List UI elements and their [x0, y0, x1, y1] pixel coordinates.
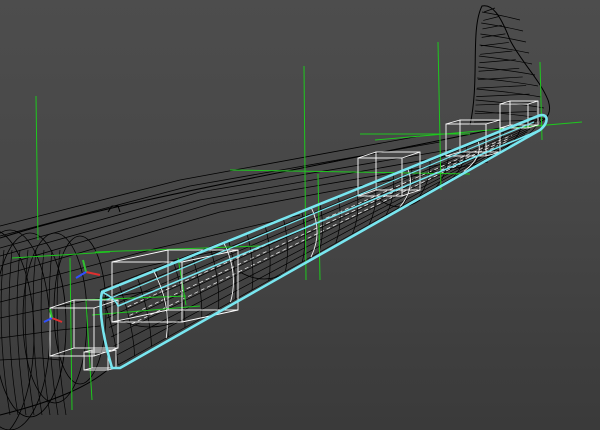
gizmo-axis-line [11, 251, 111, 259]
bounding-box-edge [357, 151, 377, 159]
selection-bounding-boxes [49, 100, 539, 371]
3d-viewport[interactable] [0, 0, 600, 430]
tail-fin-rib [481, 11, 521, 21]
bounding-box-edge [485, 119, 501, 125]
tail-fin-rib [480, 50, 513, 55]
fuselage-stringer [0, 135, 421, 227]
tail-fin-rib [476, 93, 530, 97]
bounding-box-edge [49, 347, 75, 357]
tail-fin-rib [483, 16, 499, 21]
viewport-scene[interactable] [0, 0, 600, 430]
bounding-box-edge [111, 249, 169, 263]
tail-fin-rib [476, 88, 542, 98]
gizmo-axis-line [94, 245, 261, 253]
fuselage-frame [53, 235, 107, 385]
bounding-box-face [83, 351, 109, 371]
tail-fin-rib [477, 77, 539, 87]
axis-x-icon[interactable] [85, 271, 101, 276]
axis-y-icon[interactable] [82, 259, 87, 273]
tail-fin-rib [477, 85, 527, 89]
gizmo-axis-line [35, 95, 39, 241]
wing-control-line [127, 134, 512, 308]
fuselage-frame [8, 249, 19, 416]
tail-fin-rib [480, 33, 527, 43]
axis-z-icon[interactable] [43, 317, 53, 323]
fuselage-frame [16, 249, 27, 416]
gizmo-axis-line [317, 173, 321, 281]
bounding-box-edge [445, 119, 461, 125]
gizmo-axis-line [374, 121, 583, 141]
gizmo-axis-line [69, 257, 73, 411]
tail-fin-rib [481, 22, 524, 32]
tail-fin-rib [477, 76, 523, 81]
tail-fin-rib [480, 42, 509, 47]
transform-axis-tripod[interactable] [43, 259, 101, 323]
wing-wireframe[interactable] [99, 117, 541, 366]
axis-z-icon[interactable] [75, 271, 87, 279]
